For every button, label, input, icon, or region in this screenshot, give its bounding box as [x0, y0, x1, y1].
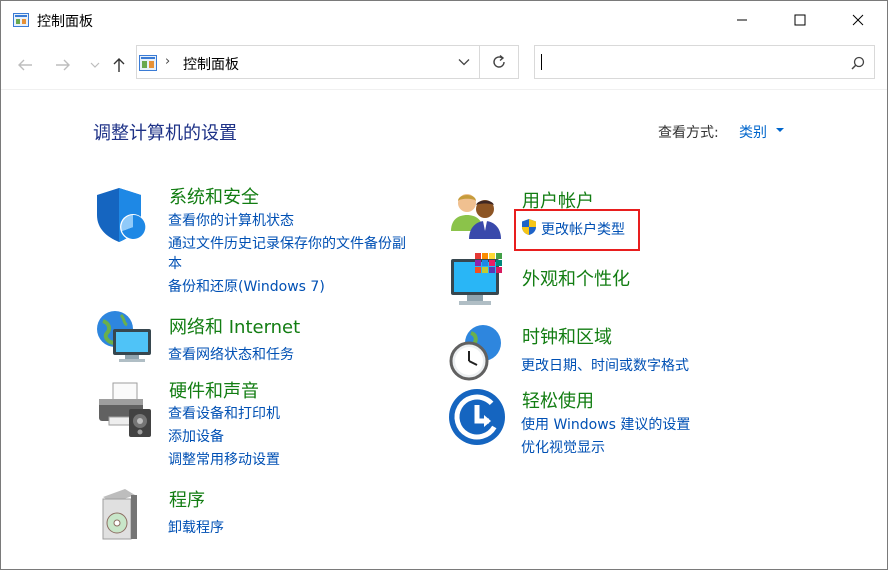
link-uninstall-program[interactable]: 卸载程序	[168, 517, 224, 537]
chevron-down-icon[interactable]	[776, 128, 784, 132]
search-input[interactable]	[539, 49, 843, 75]
category-programs[interactable]: 程序	[169, 486, 205, 512]
control-panel-icon	[139, 55, 157, 71]
nav-divider	[1, 89, 887, 90]
minimize-button[interactable]	[713, 1, 771, 39]
ease-of-access-icon[interactable]	[447, 387, 507, 447]
title-bar: 控制面板	[1, 1, 887, 39]
category-appearance[interactable]: 外观和个性化	[522, 265, 630, 291]
appearance-monitor-icon[interactable]	[447, 253, 507, 313]
breadcrumb[interactable]: 控制面板	[183, 54, 239, 74]
control-panel-window: 控制面板 › 控制面板 调整计算机的设置 查看方式: 类别 系统和安全 查看你的…	[0, 0, 888, 570]
view-by-dropdown[interactable]: 类别	[739, 122, 767, 142]
address-bar[interactable]: › 控制面板	[136, 45, 519, 79]
programs-icon[interactable]	[95, 485, 155, 545]
link-file-history-backup[interactable]: 通过文件历史记录保存你的文件备份副	[168, 233, 406, 253]
clock-globe-icon[interactable]	[447, 323, 507, 383]
user-accounts-icon[interactable]	[447, 187, 507, 247]
up-arrow-icon[interactable]	[109, 55, 129, 75]
view-by-label: 查看方式:	[658, 125, 719, 141]
category-clock-region[interactable]: 时钟和区域	[522, 323, 612, 349]
control-panel-icon	[13, 12, 29, 27]
window-title: 控制面板	[37, 14, 93, 30]
maximize-button[interactable]	[771, 1, 829, 39]
uac-shield-icon	[521, 218, 537, 240]
forward-arrow-icon[interactable]	[53, 55, 73, 75]
back-arrow-icon[interactable]	[15, 55, 35, 75]
link-optimize-visual-display[interactable]: 优化视觉显示	[521, 437, 605, 457]
link-change-date-time[interactable]: 更改日期、时间或数字格式	[521, 355, 689, 375]
shield-icon[interactable]	[95, 185, 155, 245]
link-add-device[interactable]: 添加设备	[168, 426, 224, 446]
link-windows-recommended-settings[interactable]: 使用 Windows 建议的设置	[521, 414, 690, 434]
network-globe-icon[interactable]	[95, 307, 155, 367]
link-mobility-settings[interactable]: 调整常用移动设置	[168, 449, 280, 469]
close-button[interactable]	[829, 1, 887, 39]
link-devices-printers[interactable]: 查看设备和打印机	[168, 403, 280, 423]
category-hardware-sound[interactable]: 硬件和声音	[169, 377, 259, 403]
refresh-icon[interactable]	[480, 46, 518, 78]
category-network-internet[interactable]: 网络和 Internet	[169, 313, 300, 339]
category-system-security[interactable]: 系统和安全	[169, 183, 259, 209]
link-view-computer-status[interactable]: 查看你的计算机状态	[168, 210, 294, 230]
address-dropdown-button[interactable]	[449, 46, 479, 78]
search-icon[interactable]	[851, 55, 865, 74]
link-file-history-backup-cont[interactable]: 本	[168, 253, 182, 273]
page-title: 调整计算机的设置	[93, 123, 237, 144]
category-ease-of-access[interactable]: 轻松使用	[522, 387, 594, 413]
search-box[interactable]	[534, 45, 875, 79]
printer-icon[interactable]	[95, 381, 155, 441]
link-backup-restore[interactable]: 备份和还原(Windows 7)	[168, 276, 325, 296]
breadcrumb-separator-icon[interactable]: ›	[165, 54, 170, 69]
link-network-status[interactable]: 查看网络状态和任务	[168, 344, 294, 364]
chevron-down-icon[interactable]	[85, 55, 105, 75]
navigation-bar: › 控制面板	[1, 39, 887, 89]
text-caret	[541, 54, 542, 70]
link-change-account-type[interactable]: 更改帐户类型	[541, 219, 625, 239]
